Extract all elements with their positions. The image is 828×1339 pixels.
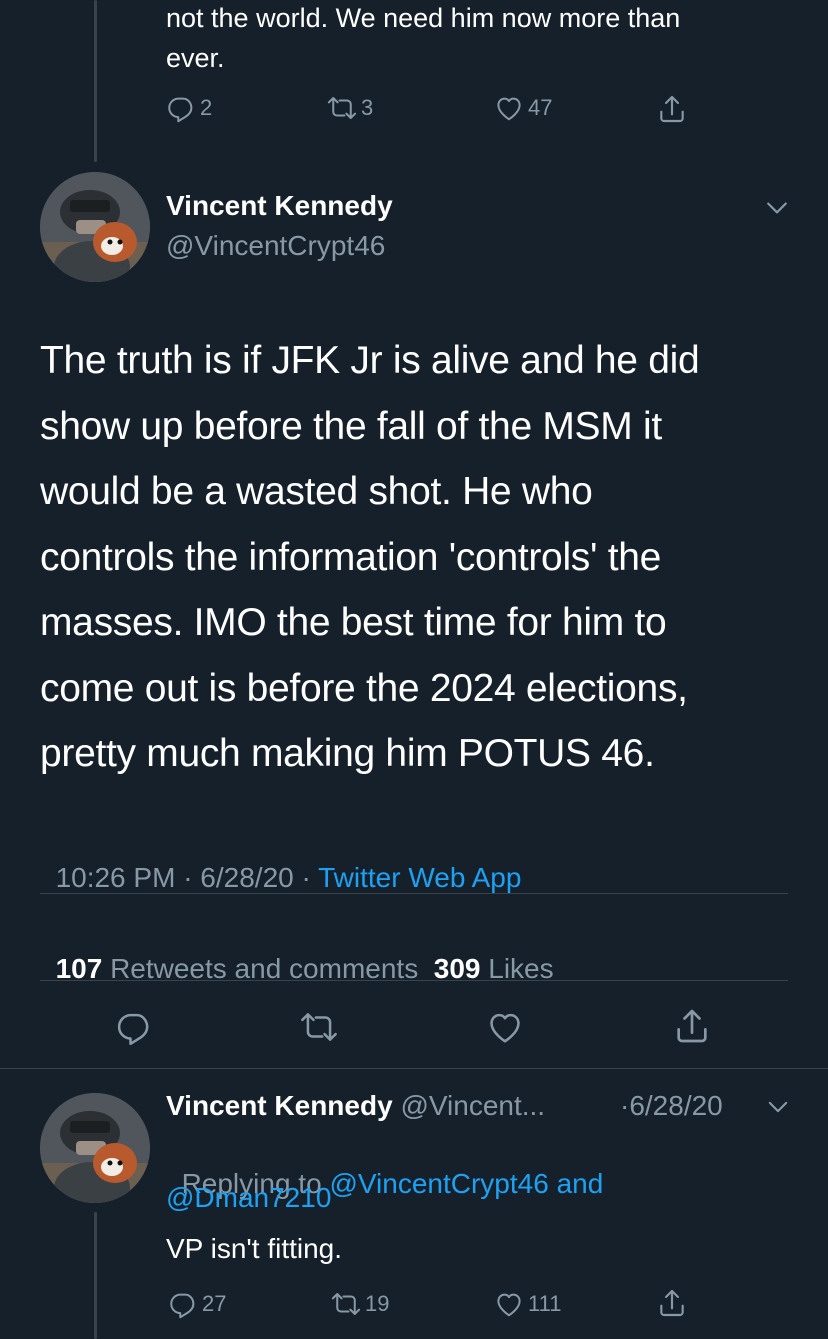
avatar-image (40, 1093, 150, 1203)
reply-header: Vincent Kennedy @Vincent... (166, 1090, 545, 1122)
replying-and: and (556, 1168, 604, 1199)
prev-like-count: 47 (528, 95, 553, 120)
reply-icon (166, 93, 196, 123)
prev-share-button[interactable] (656, 93, 688, 125)
chevron-down-icon (764, 1093, 792, 1121)
thread-line-bottom (94, 1212, 97, 1339)
reply-handle[interactable]: @Vincent... (400, 1090, 545, 1121)
reply-like-count: 111 (528, 1291, 562, 1316)
reply-chevron-button[interactable] (764, 1093, 792, 1121)
divider (40, 893, 788, 894)
reply-text: VP isn't fitting. (166, 1233, 343, 1264)
reply-like-button[interactable]: 111 (494, 1289, 561, 1319)
prev-retweet-count: 3 (361, 95, 374, 120)
retweet-icon (331, 1289, 361, 1319)
main-retweet-button[interactable] (300, 1008, 338, 1046)
main-handle[interactable]: @VincentCrypt46 (166, 230, 385, 262)
reply-retweet-button[interactable]: 19 (331, 1289, 389, 1319)
chevron-down-icon (762, 193, 792, 223)
reply-share-button[interactable] (656, 1287, 688, 1319)
main-text-line: masses. IMO the best time for him to (40, 601, 667, 644)
prev-reply-count: 2 (200, 95, 213, 120)
avatar-image (40, 172, 150, 282)
retweet-icon (300, 1008, 338, 1046)
prev-tweet-text-line2: ever. (166, 43, 225, 73)
prev-like-button[interactable]: 47 (494, 93, 552, 123)
main-display-name[interactable]: Vincent Kennedy (166, 190, 393, 222)
main-chevron-button[interactable] (762, 193, 792, 223)
main-timestamp-row: 10:26 PM · 6/28/20 · Twitter Web App (40, 830, 522, 894)
main-like-button[interactable] (486, 1008, 524, 1046)
main-reply-button[interactable] (115, 1008, 153, 1046)
main-text-line: would be a wasted shot. He who (40, 470, 593, 513)
reply-date[interactable]: ·6/28/20 (620, 1090, 723, 1122)
main-source-link[interactable]: Twitter Web App (318, 862, 521, 893)
main-tweet-text: The truth is if JFK Jr is alive and he d… (40, 328, 810, 787)
reply-reply-button[interactable]: 27 (168, 1289, 226, 1319)
reply-reply-count: 27 (202, 1291, 227, 1316)
main-text-line: controls the information 'controls' the (40, 535, 662, 579)
reply-display-name[interactable]: Vincent Kennedy (166, 1090, 393, 1121)
main-timestamp: 10:26 PM · 6/28/20 · (55, 862, 319, 893)
divider (40, 980, 788, 981)
prev-tweet-text-line1: not the world. We need him now more than (166, 3, 681, 33)
like-icon (494, 1289, 524, 1319)
main-share-button[interactable] (672, 1006, 712, 1046)
share-icon (656, 93, 688, 125)
reply-retweet-count: 19 (365, 1291, 390, 1316)
reply-avatar[interactable] (40, 1093, 150, 1203)
main-text-line: The truth is if JFK Jr is alive and he d… (40, 339, 700, 382)
like-icon (494, 93, 524, 123)
share-icon (672, 1006, 712, 1046)
main-text-line: come out is before the 2024 elections, (40, 666, 688, 710)
reply-icon (168, 1289, 198, 1319)
retweet-icon (327, 93, 357, 123)
main-stats-row: 107 Retweets and comments 309 Likes (40, 921, 554, 985)
thread-line-top (94, 0, 97, 162)
replying-handle-2[interactable]: @Dman7210 (166, 1182, 331, 1214)
divider (0, 1068, 828, 1069)
like-icon (486, 1008, 524, 1046)
reply-icon (115, 1008, 153, 1046)
prev-reply-button[interactable]: 2 (166, 93, 212, 123)
main-text-line: show up before the fall of the MSM it (40, 404, 662, 448)
prev-retweet-button[interactable]: 3 (327, 93, 373, 123)
main-text-line: pretty much making him POTUS 46. (40, 732, 655, 775)
avatar[interactable] (40, 172, 150, 282)
replying-handle-1[interactable]: @VincentCrypt46 (329, 1168, 548, 1199)
share-icon (656, 1287, 688, 1319)
